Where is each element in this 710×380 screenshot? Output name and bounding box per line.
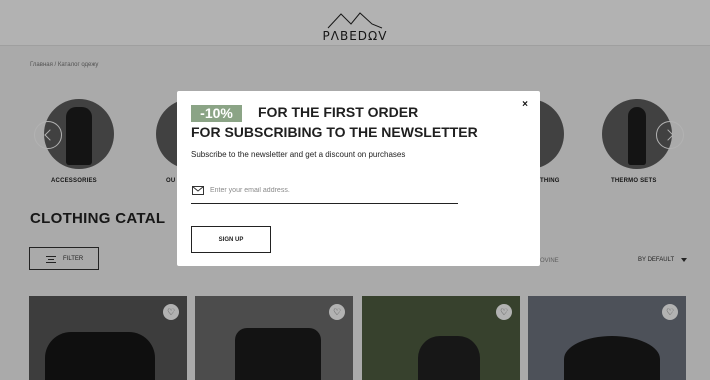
modal-subtitle: Subscribe to the newsletter and get a di… (191, 150, 406, 159)
newsletter-modal: × -10% FOR THE FIRST ORDER FOR SUBSCRIBI… (177, 91, 540, 266)
mail-icon (192, 186, 204, 195)
email-input[interactable] (210, 183, 458, 197)
close-icon[interactable]: × (519, 99, 531, 111)
modal-heading-line1: FOR THE FIRST ORDER (258, 104, 419, 120)
email-underline (191, 203, 458, 204)
modal-heading-line2: FOR SUBSCRIBING TO THE NEWSLETTER (191, 124, 478, 140)
sign-up-button[interactable]: SIGN UP (191, 226, 271, 253)
discount-badge: -10% (191, 105, 242, 122)
